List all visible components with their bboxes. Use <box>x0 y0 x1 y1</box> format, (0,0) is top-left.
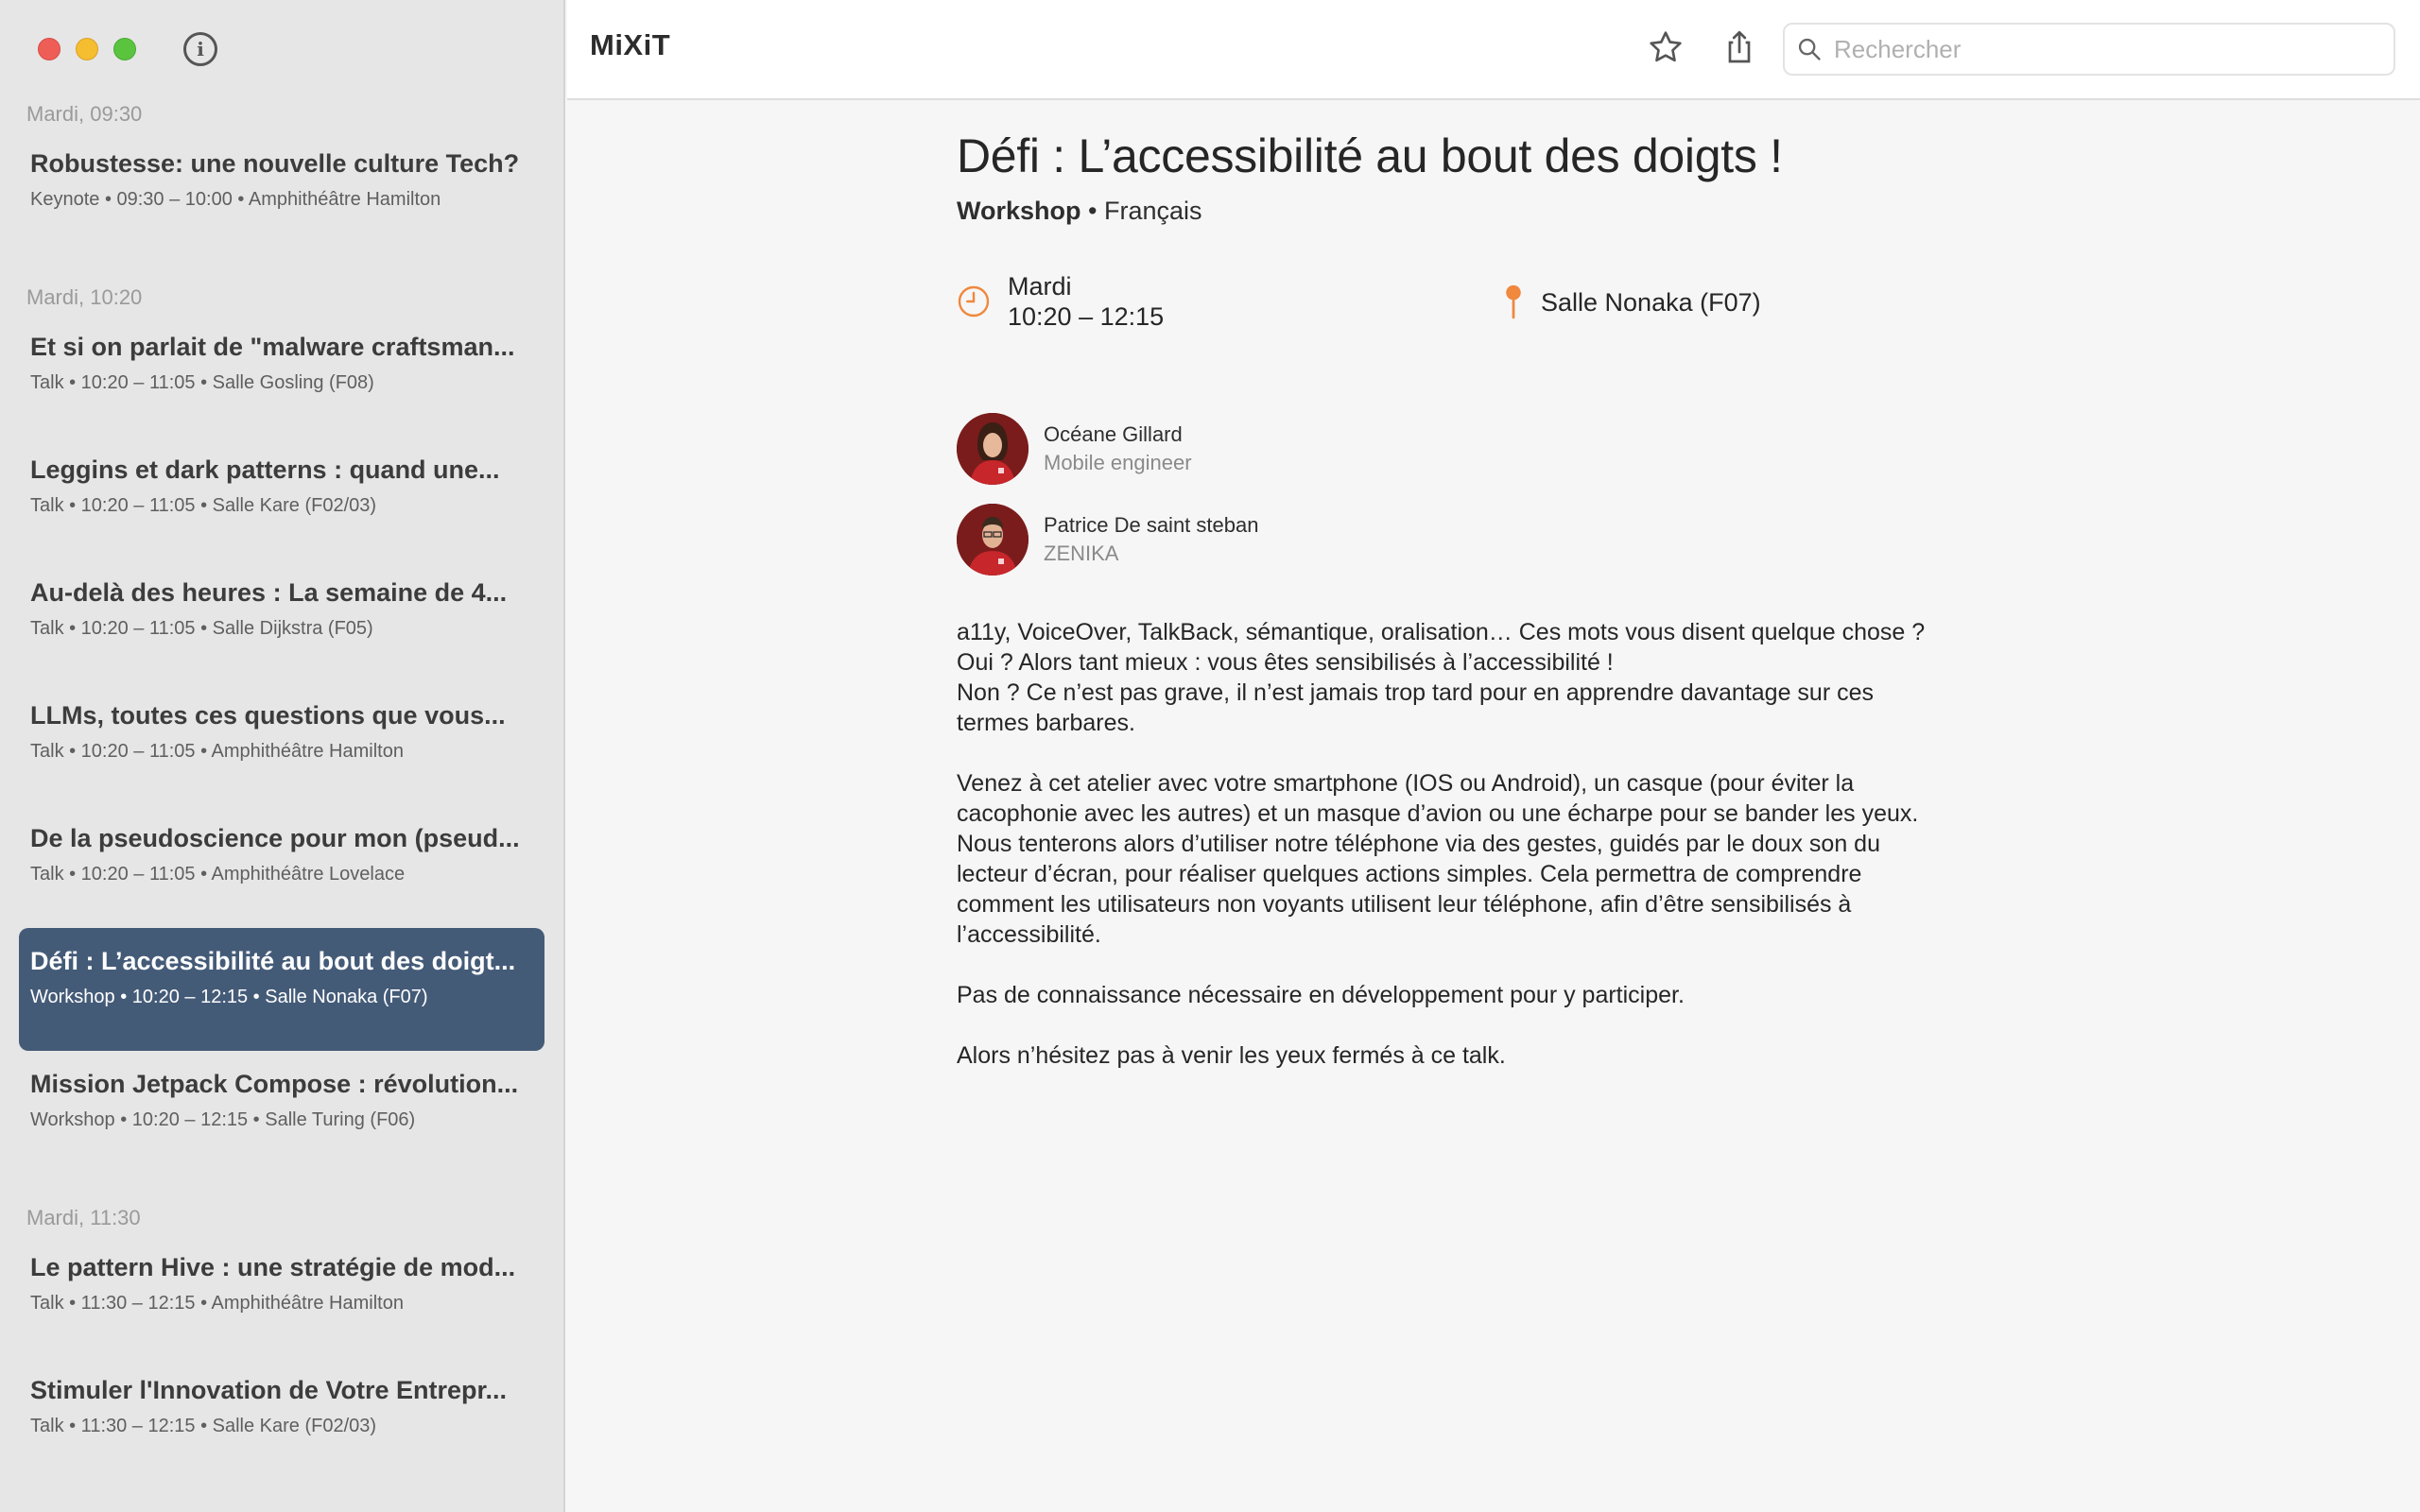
search-input[interactable] <box>1834 34 2363 64</box>
session-time-range: 10:20 – 12:15 <box>1008 302 1165 331</box>
speaker-avatar <box>957 504 1028 576</box>
session-item-title: LLMs, toutes ces questions que vous... <box>30 701 506 730</box>
description-line: Oui ? Alors tant mieux : vous êtes sensi… <box>957 649 1614 676</box>
section-header: Mardi, 09:30 <box>26 102 143 126</box>
speaker-role: Mobile engineer <box>1044 451 1192 474</box>
session-item-meta: Talk • 10:20 – 11:05 • Salle Dijkstra (F… <box>30 618 373 639</box>
zoom-window-button[interactable] <box>113 38 136 60</box>
app-title: MiXiT <box>590 28 671 61</box>
description-paragraph: Venez à cet atelier avec votre smartphon… <box>957 768 2034 950</box>
session-item-title: Robustesse: une nouvelle culture Tech? <box>30 149 520 178</box>
session-subtitle: Workshop • Français <box>957 197 2034 226</box>
session-language: Français <box>1104 197 1202 225</box>
session-item-title: Et si on parlait de "malware craftsman..… <box>30 333 515 361</box>
description-line: comment les utilisateurs non voyants uti… <box>957 891 1852 918</box>
description-line: lecteur d’écran, pour réaliser quelques … <box>957 861 1862 887</box>
description-line: Alors n’hésitez pas à venir les yeux fer… <box>957 1042 1506 1069</box>
subtitle-separator: • <box>1088 197 1098 225</box>
description-line: Nous tenterons alors d’utiliser notre té… <box>957 831 1880 857</box>
session-list-item[interactable]: Leggins et dark patterns : quand une... T… <box>19 437 544 559</box>
session-item-title: De la pseudoscience pour mon (pseud... <box>30 824 520 852</box>
minimize-window-button[interactable] <box>76 38 98 60</box>
session-list-item[interactable]: Et si on parlait de "malware craftsman..… <box>19 314 544 437</box>
search-icon <box>1798 38 1821 60</box>
clock-icon <box>958 285 990 318</box>
session-item-meta: Keynote • 09:30 – 10:00 • Amphithéâtre H… <box>30 189 441 210</box>
speaker-list: Océane Gillard Mobile engineer Patrice D… <box>957 413 2034 576</box>
toolbar: MiXiT <box>567 0 2420 100</box>
speaker-role: ZENIKA <box>1044 541 1119 565</box>
sidebar: i Mardi, 09:30 Robustesse: une nouvelle c… <box>0 0 565 1512</box>
share-icon <box>1728 30 1751 63</box>
description-paragraph: Pas de connaissance nécessaire en dévelo… <box>957 980 2034 1010</box>
description-line: termes barbares. <box>957 710 1135 736</box>
description-paragraph: a11y, VoiceOver, TalkBack, sémantique, o… <box>957 617 2034 738</box>
speaker-item[interactable]: Océane Gillard Mobile engineer <box>957 413 2034 485</box>
session-day: Mardi <box>1008 272 1072 301</box>
description-paragraph: Alors n’hésitez pas à venir les yeux fer… <box>957 1040 2034 1071</box>
section-header: Mardi, 10:20 <box>26 285 143 309</box>
session-format: Workshop <box>957 197 1081 225</box>
session-title: Défi : L’accessibilité au bout des doigt… <box>957 129 1783 182</box>
description-line: Venez à cet atelier avec votre smartphon… <box>957 770 1855 797</box>
session-list-item[interactable]: De la pseudoscience pour mon (pseud... Ta… <box>19 805 544 928</box>
speaker-avatar <box>957 413 1028 485</box>
close-window-button[interactable] <box>38 38 60 60</box>
session-list-item[interactable]: Au-delà des heures : La semaine de 4... T… <box>19 559 544 682</box>
map-pin-icon <box>1506 284 1521 319</box>
description-line: l’accessibilité. <box>957 921 1101 948</box>
description-line: a11y, VoiceOver, TalkBack, sémantique, o… <box>957 619 1926 645</box>
session-item-title: Défi : L’accessibilité au bout des doigt… <box>30 947 516 975</box>
speaker-name: Océane Gillard <box>1044 422 1183 446</box>
description-line: Non ? Ce n’est pas grave, il n’est jamai… <box>957 679 1874 706</box>
session-item-meta: Talk • 10:20 – 11:05 • Amphithéâtre Hami… <box>30 741 404 762</box>
session-list-item[interactable]: Robustesse: une nouvelle culture Tech? Ke… <box>19 130 544 253</box>
description-line: cacophonie avec les autres) et un masque… <box>957 800 1919 827</box>
session-item-meta: Workshop • 10:20 – 12:15 • Salle Turing … <box>30 1109 416 1130</box>
session-item-meta: Talk • 10:20 – 11:05 • Amphithéâtre Love… <box>30 864 406 885</box>
session-item-title: Stimuler l'Innovation de Votre Entrepr..… <box>30 1376 507 1404</box>
session-item-meta: Talk • 10:20 – 11:05 • Salle Kare (F02/0… <box>30 495 377 516</box>
session-item-title: Au-delà des heures : La semaine de 4... <box>30 578 508 607</box>
session-detail: Défi : L’accessibilité au bout des doigt… <box>957 100 2034 1101</box>
session-list-item[interactable]: LLMs, toutes ces questions que vous... Ta… <box>19 682 544 805</box>
session-item-meta: Workshop • 10:20 – 12:15 • Salle Nonaka … <box>30 987 428 1007</box>
session-item-meta: Talk • 11:30 – 12:15 • Salle Kare (F02/0… <box>30 1416 377 1436</box>
session-item-title: Leggins et dark patterns : quand une... <box>30 455 500 484</box>
session-item-title: Mission Jetpack Compose : révolution... <box>30 1070 519 1098</box>
session-info-row: Mardi 10:20 – 12:15 Salle Nonaka (F07) <box>957 271 2034 366</box>
app-window: i Mardi, 09:30 Robustesse: une nouvelle c… <box>0 0 2420 1512</box>
description-line: Pas de connaissance nécessaire en dévelo… <box>957 982 1685 1008</box>
session-location[interactable]: Salle Nonaka (F07) <box>1503 284 1761 320</box>
session-time: Mardi 10:20 – 12:15 <box>957 271 1164 332</box>
session-list: Mardi, 09:30 Robustesse: une nouvelle cul… <box>0 98 563 1508</box>
session-list-item[interactable]: Le pattern Hive : une stratégie de mod..… <box>19 1234 544 1357</box>
info-icon[interactable]: i <box>183 32 217 66</box>
window-controls <box>38 38 136 60</box>
star-icon <box>1650 31 1682 62</box>
search-field[interactable] <box>1783 23 2395 76</box>
session-description: a11y, VoiceOver, TalkBack, sémantique, o… <box>957 617 2034 1071</box>
session-list-item[interactable]: Mission Jetpack Compose : révolution... W… <box>19 1051 544 1174</box>
session-list-item[interactable]: Stimuler l'Innovation de Votre Entrepr..… <box>19 1357 544 1480</box>
section-header: Mardi, 11:30 <box>26 1206 141 1229</box>
session-item-title: Le pattern Hive : une stratégie de mod..… <box>30 1253 516 1281</box>
session-list-item-selected[interactable]: Défi : L’accessibilité au bout des doigt… <box>19 928 544 1051</box>
favorite-button[interactable] <box>1643 25 1688 70</box>
session-room: Salle Nonaka (F07) <box>1541 287 1761 317</box>
main-panel: MiXiT Défi : L’access <box>567 0 2420 1512</box>
session-item-meta: Talk • 11:30 – 12:15 • Amphithéâtre Hami… <box>30 1293 404 1314</box>
share-button[interactable] <box>1717 25 1762 70</box>
session-item-meta: Talk • 10:20 – 11:05 • Salle Gosling (F0… <box>30 372 374 393</box>
speaker-item[interactable]: Patrice De saint steban ZENIKA <box>957 504 2034 576</box>
speaker-name: Patrice De saint steban <box>1044 513 1259 537</box>
